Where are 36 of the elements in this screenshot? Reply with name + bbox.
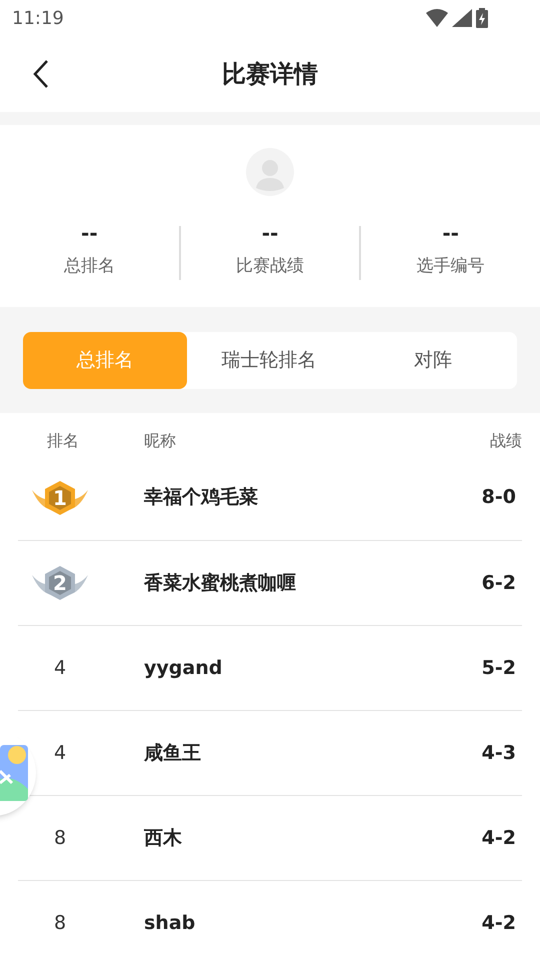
avatar-icon bbox=[246, 148, 294, 196]
wifi-icon bbox=[426, 9, 448, 27]
player-name: yygand bbox=[144, 656, 224, 681]
stat-label: 选手编号 bbox=[416, 255, 485, 278]
rank-number: 8 bbox=[54, 826, 66, 851]
record: 4-3 bbox=[482, 740, 516, 766]
record: 8-0 bbox=[482, 485, 516, 510]
player-name: 咸鱼王 bbox=[144, 740, 202, 766]
signal-icon bbox=[452, 9, 472, 27]
player-name: 幸福个鸡毛菜 bbox=[144, 485, 259, 510]
column-header: 排名 bbox=[46, 430, 80, 452]
medal-rank: 1 bbox=[53, 488, 67, 508]
page-title: 比赛详情 bbox=[222, 59, 318, 90]
stat-label: 比赛战绩 bbox=[236, 255, 304, 278]
stat-value: -- bbox=[442, 222, 459, 244]
column-header: 昵称 bbox=[144, 430, 177, 452]
rank-number: 4 bbox=[54, 656, 66, 681]
player-name: 香菜水蜜桃煮咖喱 bbox=[144, 570, 297, 596]
record: 6-2 bbox=[482, 570, 516, 596]
stat-value: -- bbox=[262, 222, 278, 244]
player-name: 西木 bbox=[144, 826, 183, 851]
battery-icon bbox=[476, 8, 488, 28]
tab[interactable]: 对阵 bbox=[351, 332, 515, 388]
back-icon bbox=[33, 59, 49, 89]
column-header: 战绩 bbox=[490, 430, 522, 452]
rank-number: 4 bbox=[54, 740, 66, 766]
record: 4-2 bbox=[482, 910, 516, 936]
record: 5-2 bbox=[482, 656, 516, 681]
status-time: 11:19 bbox=[12, 6, 64, 30]
stat-value: -- bbox=[81, 222, 98, 244]
stat-label: 总排名 bbox=[64, 255, 115, 278]
medal-rank: 2 bbox=[53, 573, 67, 593]
player-name: shab bbox=[144, 910, 196, 936]
tab[interactable]: 瑞士轮排名 bbox=[187, 332, 351, 388]
record: 4-2 bbox=[482, 826, 516, 851]
rank-number: 8 bbox=[54, 910, 66, 936]
